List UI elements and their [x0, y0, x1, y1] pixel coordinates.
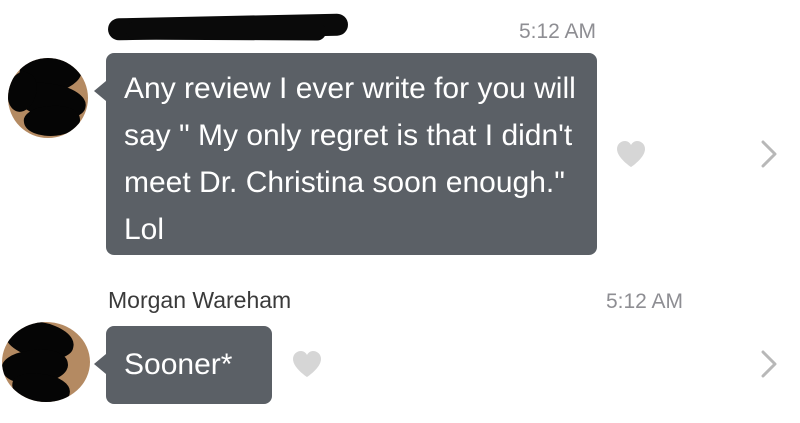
message-timestamp: 5:12 AM: [605, 290, 683, 313]
message-text: Sooner*: [124, 348, 233, 381]
sender-name: Morgan Wareham: [108, 287, 292, 313]
message-bubble: Any review I ever write for you will say…: [94, 53, 597, 255]
avatar-redacted[interactable]: [2, 322, 90, 402]
message-bubble: Sooner*: [94, 326, 272, 404]
avatar-redacted[interactable]: [8, 58, 88, 138]
chevron-right-icon[interactable]: [760, 139, 778, 169]
redacted-sender-name: [107, 13, 349, 41]
heart-icon[interactable]: [616, 140, 646, 168]
heart-icon[interactable]: [292, 350, 322, 378]
message-text: Any review I ever write for you will say…: [124, 72, 576, 246]
chevron-right-icon[interactable]: [760, 349, 778, 379]
message-timestamp: 5:12 AM: [518, 20, 596, 43]
